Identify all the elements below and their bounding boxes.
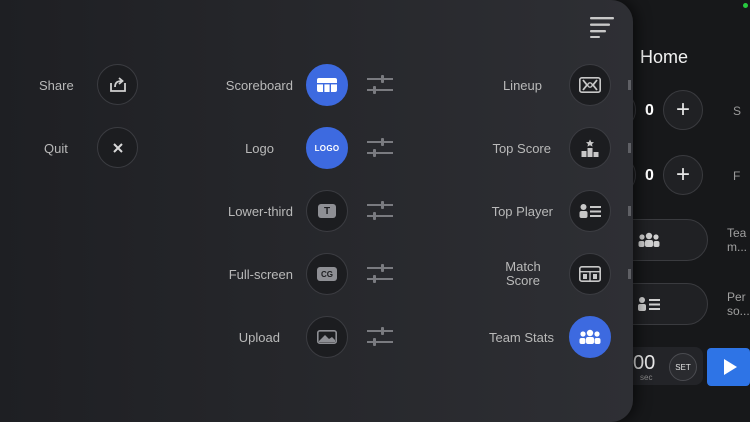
- player-list-icon: [579, 204, 601, 218]
- sliders-icon: [367, 138, 393, 157]
- share-button[interactable]: [97, 64, 138, 105]
- share-label: Share: [39, 78, 74, 93]
- sliders-icon: [367, 201, 393, 220]
- top-player-settings-edge[interactable]: [628, 206, 631, 216]
- status-indicator: [743, 3, 748, 8]
- cg-icon: CG: [317, 267, 337, 281]
- scoreboard-settings-button[interactable]: [367, 74, 393, 96]
- play-icon: [723, 359, 737, 375]
- podium-icon: [581, 139, 599, 157]
- team-stats-label: Team Stats: [488, 330, 554, 345]
- full-screen-settings-button[interactable]: [367, 263, 393, 285]
- timer-value: 00: [633, 352, 656, 374]
- scoreboard-icon: [317, 78, 337, 92]
- timer-unit: sec: [640, 373, 653, 382]
- lineup-icon: [579, 77, 601, 93]
- score-value-1: 0: [645, 102, 654, 119]
- top-score-button[interactable]: [569, 127, 611, 169]
- side-label-2: F: [733, 169, 741, 183]
- plus-button-2[interactable]: +: [663, 155, 703, 195]
- play-button[interactable]: [707, 348, 750, 386]
- upload-button[interactable]: [306, 316, 348, 358]
- logo-icon: LOGO: [314, 143, 340, 153]
- upload-settings-button[interactable]: [367, 326, 393, 348]
- plus-button-1[interactable]: +: [663, 90, 703, 130]
- menu-button[interactable]: [590, 16, 616, 38]
- top-player-button[interactable]: [569, 190, 611, 232]
- full-screen-button[interactable]: CG: [306, 253, 348, 295]
- team-stats-button[interactable]: [569, 316, 611, 358]
- person-pill-label: Per so...: [727, 290, 750, 318]
- home-team-title: Home: [640, 47, 689, 67]
- timer-set-button[interactable]: SET: [669, 353, 697, 381]
- logo-settings-button[interactable]: [367, 137, 393, 159]
- logo-label: Logo: [245, 141, 274, 156]
- lower-third-button[interactable]: T: [306, 190, 348, 232]
- sliders-icon: [367, 327, 393, 346]
- lineup-button[interactable]: [569, 64, 611, 106]
- full-screen-label: Full-screen: [228, 267, 293, 282]
- lower-third-label: Lower-third: [227, 204, 293, 219]
- match-score-label: Match Score: [505, 259, 541, 288]
- side-label-1: S: [733, 104, 742, 118]
- close-icon: [112, 142, 123, 153]
- text-t-icon: T: [318, 204, 336, 218]
- image-icon: [317, 330, 337, 344]
- team-pill-label: Tea m...: [727, 226, 747, 254]
- quit-button[interactable]: [97, 127, 138, 168]
- quit-label: Quit: [44, 141, 68, 156]
- match-score-button[interactable]: [569, 253, 611, 295]
- sliders-icon: [367, 75, 393, 94]
- team-icon: [579, 329, 601, 344]
- scoreboard-button[interactable]: [306, 64, 348, 106]
- scoreboard-label: Scoreboard: [225, 78, 293, 93]
- player-list-icon: [638, 297, 660, 311]
- top-player-label: Top Player: [491, 204, 553, 219]
- top-score-settings-edge[interactable]: [628, 143, 631, 153]
- logo-button[interactable]: LOGO: [306, 127, 348, 169]
- lineup-label: Lineup: [502, 78, 542, 93]
- lineup-settings-edge[interactable]: [628, 80, 631, 90]
- score-value-2: 0: [645, 167, 654, 184]
- team-icon: [638, 232, 660, 247]
- match-score-icon: [579, 266, 601, 282]
- match-score-settings-edge[interactable]: [628, 269, 631, 279]
- upload-label: Upload: [238, 330, 280, 345]
- sliders-icon: [367, 264, 393, 283]
- menu-lines-icon: [590, 17, 614, 38]
- share-icon: [109, 76, 126, 92]
- lower-third-settings-button[interactable]: [367, 200, 393, 222]
- top-score-label: Top Score: [492, 141, 551, 156]
